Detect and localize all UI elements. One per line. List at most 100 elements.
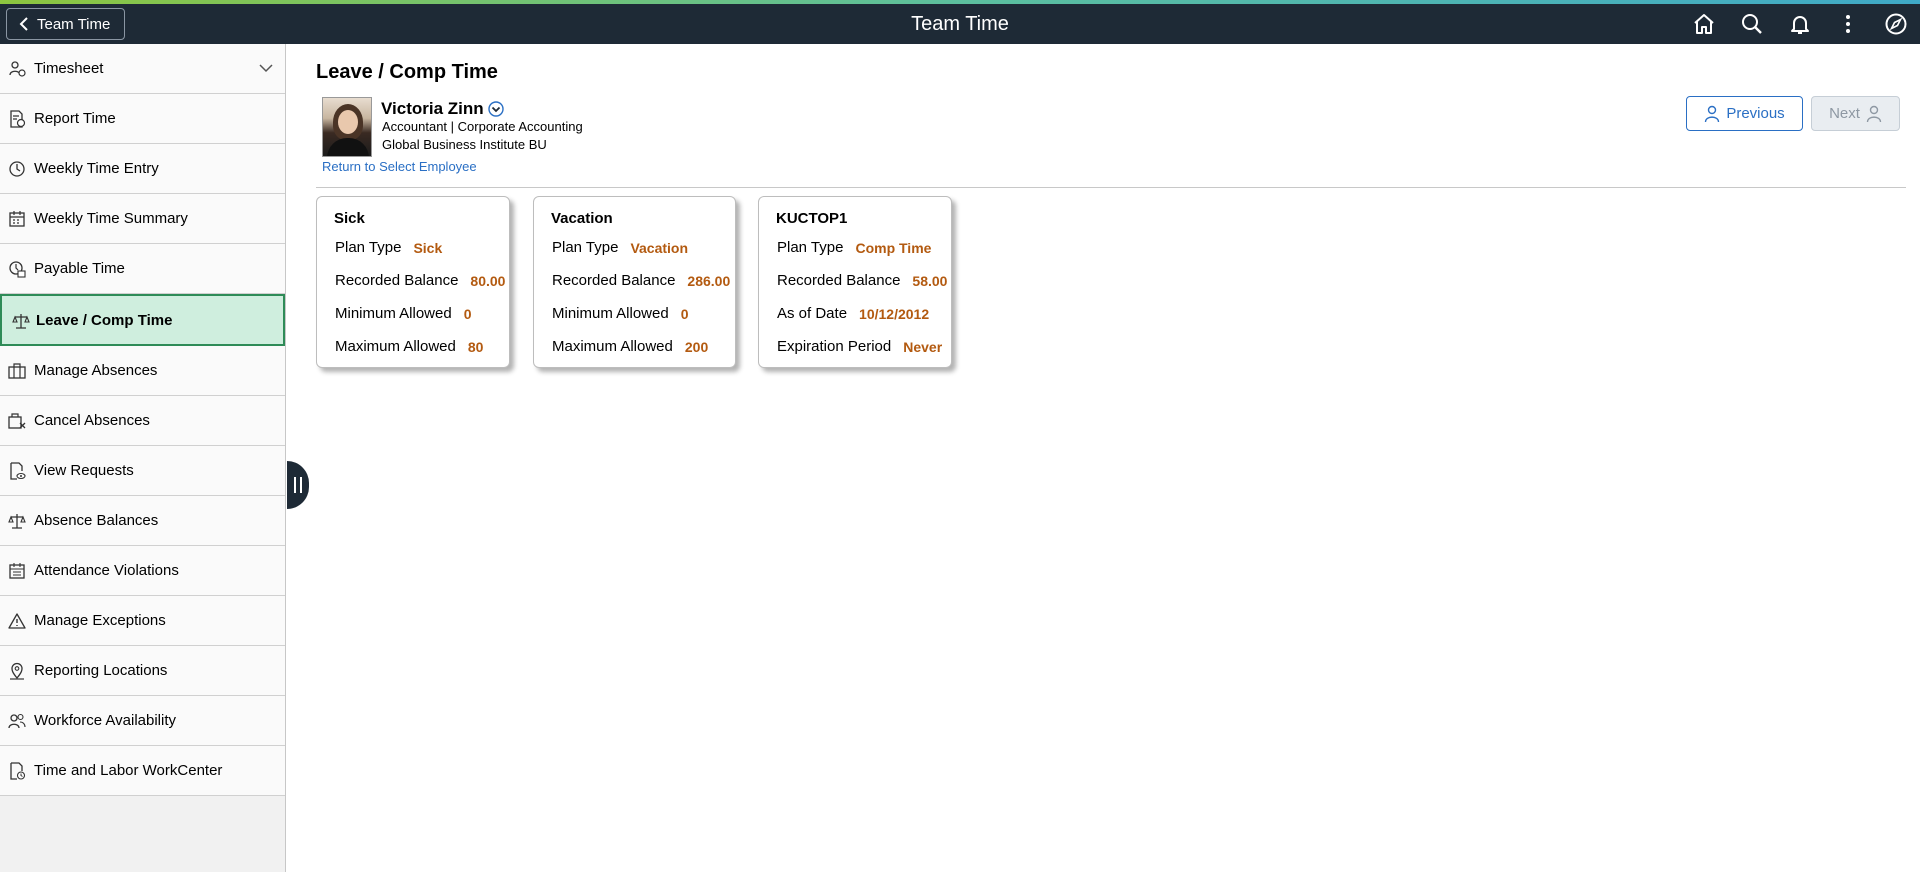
view-requests-icon — [10, 462, 26, 480]
drag-handle-bar-icon — [294, 477, 296, 493]
card-title: KUCTOP1 — [776, 210, 848, 227]
sidebar-item-timesheet[interactable]: Timesheet — [0, 44, 285, 94]
card-row-value: Vacation — [630, 239, 689, 256]
drag-handle-bar-icon — [300, 477, 302, 493]
left-sidebar: Timesheet Report Time Weekly Time Entry … — [0, 44, 286, 872]
employee-name: Victoria Zinn — [381, 99, 484, 118]
report-time-icon — [10, 110, 26, 128]
next-button[interactable]: Next — [1811, 96, 1900, 131]
sidebar-item-label: Leave / Comp Time — [36, 311, 173, 329]
card-row: Plan Type Comp Time — [777, 231, 951, 264]
sidebar-item-label: Time and Labor WorkCenter — [34, 762, 223, 779]
weekly-time-entry-icon — [9, 161, 25, 177]
card-row-label: Recorded Balance — [552, 272, 676, 289]
sidebar-item-label: Weekly Time Summary — [34, 210, 188, 227]
sidebar-item-label: Workforce Availability — [34, 712, 177, 729]
sidebar-item-time-and-labor-workcenter[interactable]: Time and Labor WorkCenter — [0, 746, 285, 796]
card-row-label: Plan Type — [335, 239, 402, 256]
card-row-label: Plan Type — [777, 239, 844, 256]
chevron-down-icon[interactable] — [259, 63, 273, 73]
card-row: Expiration Period Never — [777, 330, 951, 363]
card-row-value: Comp Time — [855, 239, 932, 256]
related-actions-icon[interactable] — [487, 101, 504, 117]
sidebar-item-label: View Requests — [34, 462, 134, 479]
card-row: Maximum Allowed 200 — [552, 330, 735, 363]
card-row: Recorded Balance 286.00 — [552, 264, 735, 297]
sidebar-item-absence-balances[interactable]: Absence Balances — [0, 496, 285, 546]
employee-name-header[interactable]: Victoria Zinn — [381, 99, 504, 119]
leave-plan-card-vacation[interactable]: Vacation Plan Type Vacation Recorded Bala… — [533, 196, 736, 368]
sidebar-item-weekly-time-summary[interactable]: Weekly Time Summary — [0, 194, 285, 244]
sidebar-item-manage-absences[interactable]: Manage Absences — [0, 346, 285, 396]
manage-absences-icon — [8, 363, 26, 379]
card-row: Plan Type Vacation — [552, 231, 735, 264]
card-row-value: 80.00 — [470, 272, 506, 289]
timesheet-icon — [9, 61, 26, 77]
card-row-label: Maximum Allowed — [552, 338, 673, 355]
warning-icon — [8, 613, 26, 629]
sidebar-item-label: Manage Absences — [34, 362, 158, 379]
weekly-time-summary-icon — [9, 211, 25, 227]
payable-time-icon — [9, 261, 26, 278]
sidebar-item-cancel-absences[interactable]: Cancel Absences — [0, 396, 285, 446]
card-row-value: 0 — [680, 305, 689, 322]
card-row: As of Date 10/12/2012 — [777, 297, 951, 330]
sidebar-item-label: Weekly Time Entry — [34, 160, 159, 177]
sidebar-item-report-time[interactable]: Report Time — [0, 94, 285, 144]
navbar-compass-icon[interactable] — [1872, 4, 1920, 44]
person-icon — [1866, 105, 1882, 122]
card-row-value: 58.00 — [912, 272, 948, 289]
card-row-value: 286.00 — [687, 272, 731, 289]
cancel-absences-icon — [8, 413, 26, 429]
sidebar-item-leave-comp-time[interactable]: Leave / Comp Time — [0, 294, 285, 346]
notifications-icon[interactable] — [1776, 4, 1824, 44]
card-row-value: 0 — [463, 305, 472, 322]
sidebar-item-attendance-violations[interactable]: Attendance Violations — [0, 546, 285, 596]
sidebar-collapse-handle[interactable] — [287, 461, 309, 509]
back-button[interactable]: Team Time — [6, 8, 126, 40]
scales-icon — [12, 314, 30, 329]
search-icon[interactable] — [1728, 4, 1776, 44]
actions-menu-icon[interactable] — [1824, 4, 1872, 44]
card-row: Minimum Allowed 0 — [335, 297, 509, 330]
sidebar-item-weekly-time-entry[interactable]: Weekly Time Entry — [0, 144, 285, 194]
sidebar-item-label: Report Time — [34, 110, 116, 127]
location-icon — [10, 662, 24, 680]
previous-button[interactable]: Previous — [1686, 96, 1803, 131]
card-row: Maximum Allowed 80 — [335, 330, 509, 363]
sidebar-item-workforce-availability[interactable]: Workforce Availability — [0, 696, 285, 746]
card-row-label: Minimum Allowed — [335, 305, 452, 322]
scales-icon — [8, 514, 26, 529]
sidebar-item-label: Cancel Absences — [34, 412, 150, 429]
leave-plan-card-kuctop1[interactable]: KUCTOP1 Plan Type Comp Time Recorded Bala… — [758, 196, 952, 368]
calendar-icon — [9, 563, 25, 579]
card-row-label: Maximum Allowed — [335, 338, 456, 355]
sidebar-item-reporting-locations[interactable]: Reporting Locations — [0, 646, 285, 696]
sidebar-item-label: Payable Time — [34, 260, 125, 277]
header-divider — [316, 187, 1906, 188]
home-icon[interactable] — [1680, 4, 1728, 44]
card-row-label: As of Date — [777, 305, 848, 322]
previous-button-label: Previous — [1726, 105, 1785, 122]
sidebar-item-payable-time[interactable]: Payable Time — [0, 244, 285, 294]
sidebar-item-label: Manage Exceptions — [34, 612, 166, 629]
sidebar-item-label: Absence Balances — [34, 512, 159, 529]
card-title: Vacation — [551, 210, 613, 227]
card-row-label: Recorded Balance — [777, 272, 901, 289]
return-to-select-employee-link[interactable]: Return to Select Employee — [322, 159, 477, 174]
card-row-label: Expiration Period — [777, 338, 892, 355]
chevron-left-icon — [19, 17, 28, 31]
people-icon — [8, 713, 26, 729]
card-row-label: Plan Type — [552, 239, 619, 256]
card-row-value: Sick — [413, 239, 443, 256]
sidebar-item-manage-exceptions[interactable]: Manage Exceptions — [0, 596, 285, 646]
card-row-value: 80 — [467, 338, 484, 355]
card-row: Minimum Allowed 0 — [552, 297, 735, 330]
app-title: Team Time — [911, 13, 1009, 35]
page-title: Leave / Comp Time — [316, 61, 498, 83]
employee-job-title: Accountant | Corporate Accounting — [382, 119, 583, 134]
card-row: Plan Type Sick — [335, 231, 509, 264]
leave-plan-card-sick[interactable]: Sick Plan Type Sick Recorded Balance 80.00… — [316, 196, 510, 368]
sidebar-item-view-requests[interactable]: View Requests — [0, 446, 285, 496]
card-row-value: 200 — [684, 338, 709, 355]
